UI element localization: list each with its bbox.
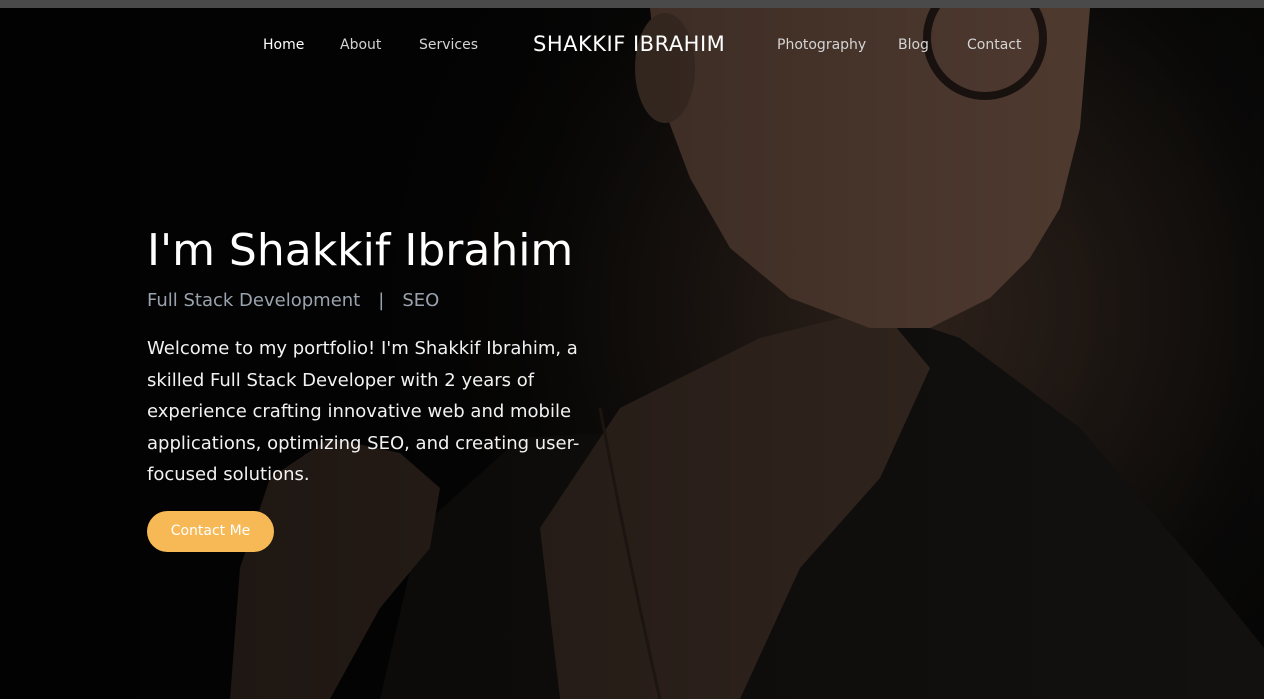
role-seo: SEO bbox=[402, 290, 440, 311]
nav-services-link[interactable]: Services bbox=[419, 37, 478, 53]
role-separator: | bbox=[378, 290, 385, 311]
hero-bio: Welcome to my portfolio! I'm Shakkif Ibr… bbox=[147, 338, 580, 485]
hero-content: I'm Shakkif Ibrahim Full Stack Developme… bbox=[147, 222, 647, 552]
nav-about-link[interactable]: About bbox=[340, 37, 381, 53]
site-brand-logo[interactable]: SHAKKIF IBRAHIM bbox=[533, 32, 725, 56]
nav-contact-link[interactable]: Contact bbox=[967, 37, 1021, 53]
role-full-stack: Full Stack Development bbox=[147, 290, 361, 311]
hero-roles: Full Stack Development | SEO bbox=[147, 290, 647, 311]
nav-home-link[interactable]: Home bbox=[263, 37, 304, 53]
contact-me-button[interactable]: Contact Me bbox=[147, 510, 274, 552]
main-navigation: Home About Services SHAKKIF IBRAHIM Phot… bbox=[0, 8, 1264, 84]
browser-top-strip bbox=[0, 0, 1264, 8]
nav-blog-link[interactable]: Blog bbox=[898, 37, 929, 53]
hero-title: I'm Shakkif Ibrahim bbox=[147, 225, 574, 276]
nav-photography-link[interactable]: Photography bbox=[777, 37, 866, 53]
